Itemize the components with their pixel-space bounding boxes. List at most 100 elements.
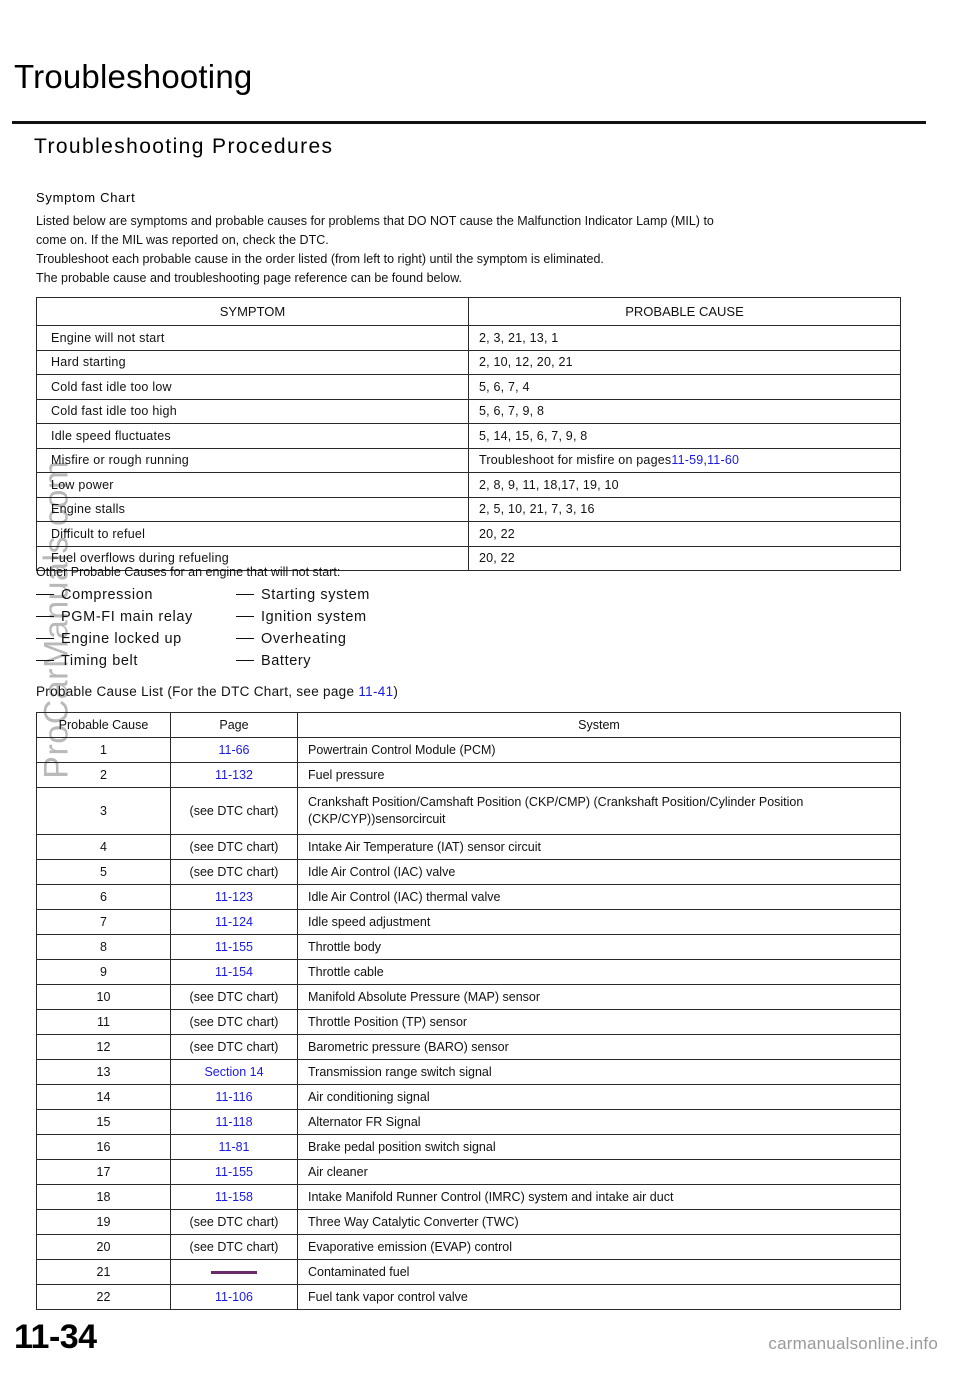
- page-reference-link[interactable]: 11-154: [215, 965, 253, 979]
- symptom-cell: Misfire or rough running: [36, 447, 469, 473]
- page-reference-link[interactable]: 11-81: [218, 1140, 249, 1154]
- cause-number-cell: 15: [36, 1109, 171, 1135]
- other-cause-label: Engine locked up: [61, 631, 182, 647]
- cause-number-cell: 3: [36, 787, 171, 835]
- bullet-dash-icon: [36, 660, 54, 661]
- other-cause-item: Timing belt: [36, 651, 236, 671]
- system-description-cell: Throttle body: [297, 934, 901, 960]
- system-description-cell: Crankshaft Position/Camshaft Position (C…: [297, 787, 901, 835]
- other-cause-label: Timing belt: [61, 653, 138, 669]
- page-reference-link[interactable]: 11-158: [215, 1190, 253, 1204]
- page-reference-link[interactable]: 11-116: [215, 1090, 252, 1104]
- system-description-cell: Brake pedal position switch signal: [297, 1134, 901, 1160]
- page-reference-cell[interactable]: 11-155: [170, 934, 298, 960]
- page-reference-link[interactable]: 11-155: [215, 940, 253, 954]
- table-row: 17 11-155 Air cleaner: [36, 1159, 901, 1185]
- bullet-dash-icon: [236, 638, 254, 639]
- page-reference-text: (see DTC chart): [189, 865, 279, 879]
- other-causes-heading: Other Probable Causes for an engine that…: [36, 565, 341, 579]
- page-reference-link[interactable]: 11-66: [218, 743, 249, 757]
- bullet-dash-icon: [36, 594, 54, 595]
- page-reference-cell[interactable]: 11-123: [170, 884, 298, 910]
- page-reference-cell[interactable]: 11-81: [170, 1134, 298, 1160]
- page-reference-text: (see DTC chart): [189, 804, 279, 818]
- page-reference-link[interactable]: 11-123: [215, 890, 253, 904]
- page-reference-cell[interactable]: 11-132: [170, 762, 298, 788]
- page-reference-cell[interactable]: 11-118: [170, 1109, 298, 1135]
- table-row: Engine stalls 2, 5, 10, 21, 7, 3, 16: [36, 496, 901, 522]
- page-reference-cell[interactable]: 11-124: [170, 909, 298, 935]
- system-description-cell: Manifold Absolute Pressure (MAP) sensor: [297, 984, 901, 1010]
- page-reference-cell: [170, 1259, 298, 1285]
- section-title: Troubleshooting Procedures: [34, 135, 334, 158]
- table-row: Low power 2, 8, 9, 11, 18,17, 19, 10: [36, 472, 901, 498]
- table-row: 16 11-81 Brake pedal position switch signa…: [36, 1134, 901, 1160]
- other-cause-label: Ignition system: [261, 609, 367, 625]
- page-reference-cell: (see DTC chart): [170, 1209, 298, 1235]
- site-credit: carmanualsonline.info: [768, 1334, 938, 1353]
- page-reference-link[interactable]: 11-106: [215, 1290, 253, 1304]
- bullet-dash-icon: [236, 616, 254, 617]
- page-reference-cell[interactable]: 11-155: [170, 1159, 298, 1185]
- cause-number-cell: 9: [36, 959, 171, 985]
- page-reference-link[interactable]: 11-60: [707, 453, 739, 467]
- system-description-cell: Barometric pressure (BARO) sensor: [297, 1034, 901, 1060]
- dtc-chart-page-link[interactable]: 11-41: [358, 684, 393, 699]
- cause-number-cell: 11: [36, 1009, 171, 1035]
- bullet-dash-icon: [36, 616, 54, 617]
- other-cause-label: Battery: [261, 653, 312, 669]
- cause-number-cell: 1: [36, 737, 171, 763]
- cause-number-cell: 6: [36, 884, 171, 910]
- page-reference-cell: (see DTC chart): [170, 1009, 298, 1035]
- table-row: Misfire or rough running Troubleshoot for…: [36, 447, 901, 473]
- page-reference-cell[interactable]: 11-116: [170, 1084, 298, 1110]
- table-row: 7 11-124 Idle speed adjustment: [36, 909, 901, 935]
- column-header-symptom: SYMPTOM: [36, 297, 469, 326]
- page-reference-cell[interactable]: Section 14: [170, 1059, 298, 1085]
- table-row: 20 (see DTC chart) Evaporative emission (E…: [36, 1234, 901, 1260]
- page-reference-link[interactable]: 11-118: [215, 1115, 252, 1129]
- system-description-cell: Intake Air Temperature (IAT) sensor circ…: [297, 834, 901, 860]
- page-reference-cell[interactable]: 11-66: [170, 737, 298, 763]
- other-probable-causes-block: Other Probable Causes for an engine that…: [36, 565, 370, 671]
- cause-number-cell: 14: [36, 1084, 171, 1110]
- system-description-cell: Powertrain Control Module (PCM): [297, 737, 901, 763]
- other-cause-item: Overheating: [236, 629, 370, 649]
- symptom-cell: Engine will not start: [36, 325, 469, 351]
- table-row: Cold fast idle too low 5, 6, 7, 4: [36, 374, 901, 400]
- bullet-dash-icon: [36, 638, 54, 639]
- table-row: 15 11-118 Alternator FR Signal: [36, 1109, 901, 1135]
- page-reference-link[interactable]: 11-124: [215, 915, 253, 929]
- cause-number-cell: 8: [36, 934, 171, 960]
- page-reference-link[interactable]: Section 14: [204, 1065, 263, 1079]
- symptom-chart-table: SYMPTOM PROBABLE CAUSE Engine will not s…: [36, 297, 901, 571]
- symptom-cell: Cold fast idle too high: [36, 398, 469, 424]
- cause-number-cell: 21: [36, 1259, 171, 1285]
- column-header-probable-cause: PROBABLE CAUSE: [468, 297, 901, 326]
- probable-cause-cell: 5, 6, 7, 4: [468, 374, 901, 400]
- symptom-cell: Difficult to refuel: [36, 521, 469, 547]
- page-reference-cell[interactable]: 11-158: [170, 1184, 298, 1210]
- cause-number-cell: 17: [36, 1159, 171, 1185]
- symptom-cell: Idle speed fluctuates: [36, 423, 469, 449]
- system-description-cell: Throttle cable: [297, 959, 901, 985]
- page-reference-link[interactable]: 11-132: [215, 768, 253, 782]
- intro-block: Symptom Chart Listed below are symptoms …: [36, 190, 896, 288]
- cause-number-cell: 20: [36, 1234, 171, 1260]
- other-cause-item: Compression: [36, 585, 236, 605]
- system-description-cell: Fuel pressure: [297, 762, 901, 788]
- cause-number-cell: 16: [36, 1134, 171, 1160]
- page-reference-link[interactable]: 11-155: [215, 1165, 253, 1179]
- system-description-cell: Fuel tank vapor control valve: [297, 1284, 901, 1310]
- page-reference-cell[interactable]: 11-154: [170, 959, 298, 985]
- probable-cause-cell: 2, 10, 12, 20, 21: [468, 349, 901, 375]
- system-description-cell: Air conditioning signal: [297, 1084, 901, 1110]
- system-description-cell: Alternator FR Signal: [297, 1109, 901, 1135]
- no-page-dash-icon: [211, 1271, 257, 1275]
- page-reference-link[interactable]: 11-59: [671, 453, 703, 467]
- page-reference-text: (see DTC chart): [189, 990, 279, 1004]
- page-reference-text: (see DTC chart): [189, 1215, 279, 1229]
- other-cause-label: Starting system: [261, 587, 370, 603]
- page-reference-cell[interactable]: 11-106: [170, 1284, 298, 1310]
- page-reference-text: (see DTC chart): [189, 840, 279, 854]
